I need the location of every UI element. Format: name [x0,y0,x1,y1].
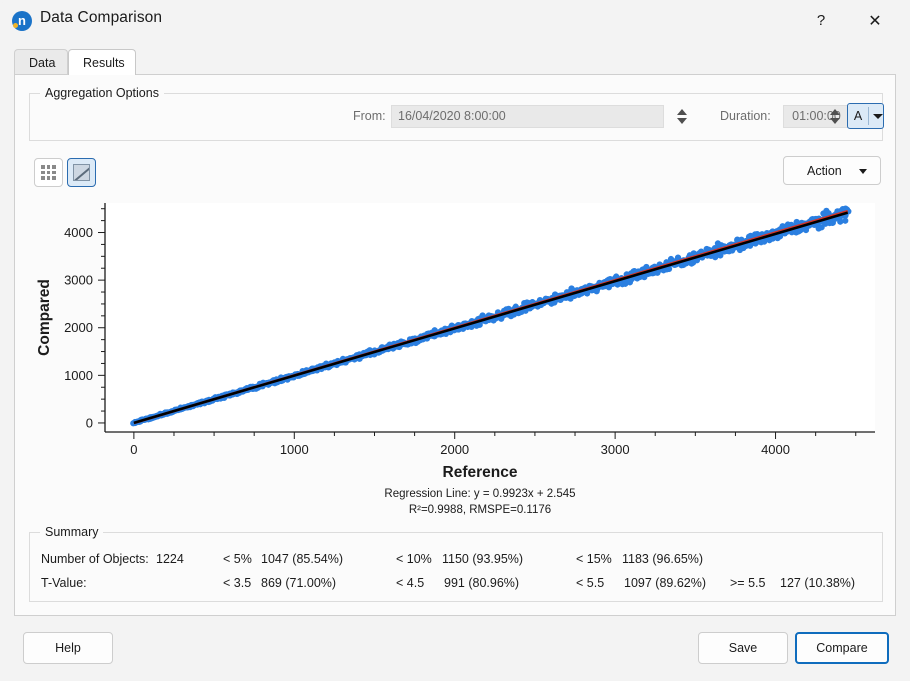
from-spinner[interactable] [674,105,691,128]
summary-row0-bucket2-threshold: < 15% [576,552,612,566]
titlebar-close-button[interactable]: ✕ [852,0,898,41]
data-comparison-dialog: n Data Comparison ? ✕ Data Results Aggre… [0,0,910,681]
y-tick-label: 3000 [64,273,93,288]
app-logo-dot [13,23,18,28]
summary-row0-bucket2-value: 1183 (96.65%) [622,552,703,566]
aggregation-mode-label[interactable]: A [848,104,868,128]
y-tick-label: 0 [86,415,93,430]
summary-row1-bucket3-threshold: >= 5.5 [730,576,765,590]
duration-spinner-down-icon[interactable] [830,118,840,124]
summary-row1-bucket1-value: 991 (80.96%) [444,576,519,590]
x-tick-label: 1000 [280,442,309,457]
split-button-separator [868,107,869,125]
y-axis-label: Compared [36,279,53,356]
x-axis-label: Reference [443,464,518,481]
titlebar-help-button[interactable]: ? [798,0,844,41]
summary-row1-bucket3-value: 127 (10.38%) [780,576,855,590]
summary-row0-value: 1224 [156,552,184,566]
x-tick-label: 2000 [440,442,469,457]
from-spinner-down-icon[interactable] [677,118,687,124]
results-panel: Aggregation Options From: 16/04/2020 8:0… [14,74,896,616]
compare-button[interactable]: Compare [795,632,889,664]
tab-strip: Data Results [14,49,896,75]
summary-row1-bucket2-value: 1097 (89.62%) [624,576,706,590]
summary-row0-label: Number of Objects: [41,552,149,566]
aggregation-mode-split-button[interactable]: A [847,103,884,129]
summary-row0-bucket0-threshold: < 5% [223,552,252,566]
action-chevron-down-icon[interactable] [859,169,867,174]
x-tick-label: 4000 [761,442,790,457]
summary-row0-bucket1-threshold: < 10% [396,552,432,566]
x-tick-label: 3000 [601,442,630,457]
duration-spinner-up-icon[interactable] [830,109,840,115]
scatter-plot-canvas: 0 1000 2000 3000 4000 0 1000 2000 3000 4000 Refere… [25,195,887,525]
scatter-chart-icon [73,164,90,181]
summary-row1-bucket2-threshold: < 5.5 [576,576,604,590]
summary-row0-bucket1-value: 1150 (93.95%) [442,552,523,566]
y-tick-label: 4000 [64,225,93,240]
tab-data[interactable]: Data [14,49,68,75]
aggregation-options-legend: Aggregation Options [40,86,164,100]
window-title: Data Comparison [40,9,162,27]
chevron-down-icon[interactable] [873,114,883,119]
tab-results[interactable]: Results [68,49,136,75]
data-point [842,218,848,224]
scatter-plot: 0 1000 2000 3000 4000 0 1000 2000 3000 4000 Refere… [25,195,887,525]
table-view-toggle[interactable] [34,158,63,187]
summary-row0-bucket0-value: 1047 (85.54%) [261,552,343,566]
from-label: From: [353,109,386,123]
y-tick-label: 1000 [64,368,93,383]
y-tick-label: 2000 [64,320,93,335]
grid-view-icon [41,165,56,180]
summary-row1-bucket1-threshold: < 4.5 [396,576,424,590]
duration-label: Duration: [720,109,771,123]
chart-view-toggle[interactable] [67,158,96,187]
chart-annotation: R²=0.9988, RMSPE=0.1176 [409,504,551,516]
summary-group: Summary Number of Objects: 1224 < 5% 104… [29,532,883,602]
summary-row1-bucket0-value: 869 (71.00%) [261,576,336,590]
summary-row1-label: T-Value: [41,576,87,590]
summary-row1-bucket0-threshold: < 3.5 [223,576,251,590]
x-tick-label: 0 [130,442,137,457]
help-button[interactable]: Help [23,632,113,664]
from-spinner-up-icon[interactable] [677,109,687,115]
chart-annotation: Regression Line: y = 0.9923x + 2.545 [384,488,575,500]
from-input[interactable]: 16/04/2020 8:00:00 [391,105,664,128]
title-bar: n Data Comparison ? ✕ [0,0,910,41]
aggregation-options-group: Aggregation Options From: 16/04/2020 8:0… [29,93,883,141]
summary-legend: Summary [40,525,103,539]
app-logo-icon: n [12,11,32,31]
save-button[interactable]: Save [698,632,788,664]
duration-spinner[interactable] [827,105,844,128]
